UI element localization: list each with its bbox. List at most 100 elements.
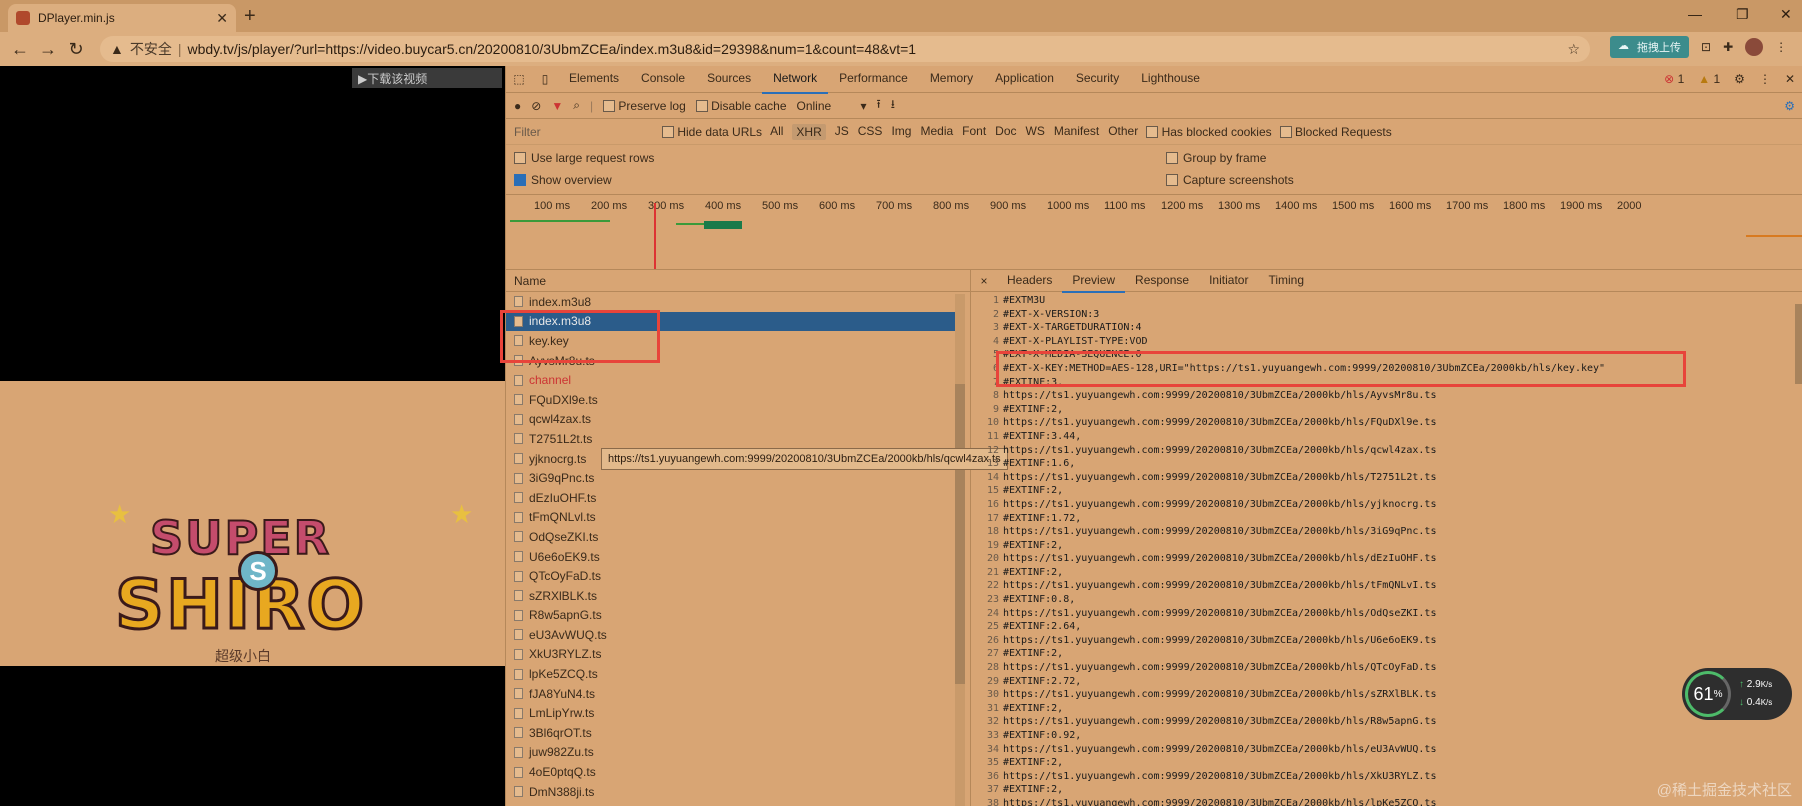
filter-input[interactable]: Filter (514, 125, 654, 139)
name-column-header[interactable]: Name (506, 270, 970, 292)
preview-tab-response[interactable]: Response (1125, 269, 1199, 293)
bookmark-star-icon[interactable]: ☆ (1567, 41, 1580, 58)
preserve-log-checkbox[interactable]: Preserve log (603, 99, 686, 113)
large-rows-checkbox[interactable]: Use large request rows (514, 151, 654, 165)
network-overview-timeline[interactable]: 100 ms 200 ms 300 ms 400 ms 500 ms 600 ms 700 … (506, 195, 1802, 270)
request-row[interactable]: juw982Zu.ts (506, 743, 970, 763)
tab-memory[interactable]: Memory (919, 65, 984, 94)
request-row[interactable]: 4oE0ptqQ.ts (506, 762, 970, 782)
request-row[interactable]: dEzIuOHF.ts (506, 488, 970, 508)
blocked-requests-checkbox[interactable]: Blocked Requests (1279, 125, 1392, 139)
request-row[interactable]: DmN388ji.ts (506, 782, 970, 802)
search-icon[interactable]: ⌕ (573, 98, 580, 113)
hide-data-urls-checkbox[interactable]: Hide data URLs (662, 125, 762, 139)
export-har-icon[interactable]: ⭳ (891, 95, 895, 116)
request-row[interactable]: qcwl4zax.ts (506, 410, 970, 430)
preview-tab-headers[interactable]: Headers (997, 269, 1062, 293)
request-row[interactable]: XkU3RYLZ.ts (506, 645, 970, 665)
network-speed-widget[interactable]: 61% ↑ 2.9K/s ↓ 0.4K/s (1682, 668, 1792, 720)
error-count[interactable]: ⊗ 1 (1664, 72, 1684, 86)
request-row[interactable]: T2751L2t.ts (506, 429, 970, 449)
filter-type-font[interactable]: Font (962, 124, 986, 140)
tab-elements[interactable]: Elements (558, 65, 630, 94)
request-row[interactable]: R8w5apnG.ts (506, 606, 970, 626)
preview-scrollbar[interactable] (1795, 296, 1802, 801)
extensions-puzzle-icon[interactable]: ✚ (1723, 40, 1733, 54)
tab-performance[interactable]: Performance (828, 65, 919, 94)
filter-type-xhr[interactable]: XHR (792, 123, 826, 140)
request-list-scrollbar[interactable] (955, 294, 965, 806)
filter-type-doc[interactable]: Doc (995, 124, 1016, 140)
request-row[interactable]: U6e6oEK9.ts (506, 547, 970, 567)
restore-icon[interactable]: ❐ (1736, 6, 1749, 23)
has-blocked-cookies-checkbox[interactable]: Has blocked cookies (1146, 125, 1272, 139)
filter-type-ws[interactable]: WS (1026, 124, 1045, 140)
warning-icon[interactable]: ▲ (110, 41, 124, 57)
browser-tab[interactable]: DPlayer.min.js ✕ (8, 4, 236, 32)
request-row[interactable]: fJA8YuN4.ts (506, 684, 970, 704)
url-text[interactable]: wbdy.tv/js/player/?url=https://video.buy… (188, 41, 917, 57)
filter-funnel-icon[interactable]: ▼ (551, 99, 563, 113)
address-bar[interactable]: ▲ 不安全 | wbdy.tv/js/player/?url=https://v… (100, 36, 1590, 62)
preview-tab-timing[interactable]: Timing (1258, 269, 1314, 293)
throttle-select[interactable]: Online ▾ (797, 99, 867, 113)
warning-count[interactable]: ▲ 1 (1698, 72, 1720, 86)
insecure-label[interactable]: 不安全 (130, 39, 172, 59)
request-row[interactable]: 3iG9qPnc.ts (506, 468, 970, 488)
window-close-icon[interactable]: ✕ (1780, 6, 1792, 23)
tab-console[interactable]: Console (630, 65, 696, 94)
scrollbar-thumb[interactable] (955, 384, 965, 684)
settings-gear-icon[interactable]: ⚙ (1734, 72, 1745, 86)
tab-sources[interactable]: Sources (696, 65, 762, 94)
cast-icon[interactable]: ⊡ (1701, 40, 1711, 54)
disable-cache-checkbox[interactable]: Disable cache (695, 99, 787, 113)
record-icon[interactable]: ● (514, 99, 521, 113)
tab-lighthouse[interactable]: Lighthouse (1130, 65, 1211, 94)
request-row[interactable]: index.m3u8 (506, 292, 970, 312)
import-har-icon[interactable]: ⭱ (877, 95, 881, 116)
preview-tab-preview[interactable]: Preview (1062, 269, 1126, 293)
filter-type-css[interactable]: CSS (858, 124, 883, 140)
tab-security[interactable]: Security (1065, 65, 1130, 94)
scrollbar-thumb[interactable] (1795, 304, 1802, 384)
menu-kebab-icon[interactable]: ⋮ (1775, 40, 1787, 54)
group-by-frame-checkbox[interactable]: Group by frame (1166, 151, 1266, 165)
request-row[interactable]: sZRXlBLK.ts (506, 586, 970, 606)
filter-type-manifest[interactable]: Manifest (1054, 124, 1099, 140)
capture-screenshots-checkbox[interactable]: Capture screenshots (1166, 173, 1294, 187)
request-row[interactable]: eU3AvWUQ.ts (506, 625, 970, 645)
download-video-button[interactable]: ▶下载该视频 (352, 68, 502, 88)
filter-type-js[interactable]: JS (835, 124, 849, 140)
new-tab-button[interactable]: + (244, 5, 256, 28)
preview-tab-initiator[interactable]: Initiator (1199, 269, 1258, 293)
reload-icon[interactable]: ↻ (62, 39, 90, 60)
clear-icon[interactable]: ⊘ (531, 99, 541, 113)
back-icon[interactable]: ← (6, 39, 34, 60)
filter-type-other[interactable]: Other (1108, 124, 1138, 140)
filter-type-media[interactable]: Media (920, 124, 953, 140)
request-row[interactable]: 3Bl6qrOT.ts (506, 723, 970, 743)
tab-application[interactable]: Application (984, 65, 1065, 94)
devtools-menu-icon[interactable]: ⋮ (1759, 72, 1771, 86)
minimize-icon[interactable]: — (1688, 6, 1702, 22)
network-settings-gear-icon[interactable]: ⚙ (1784, 99, 1795, 113)
tab-close-icon[interactable]: ✕ (216, 10, 228, 27)
close-details-icon[interactable]: × (971, 274, 997, 288)
filter-type-all[interactable]: All (770, 124, 783, 140)
request-row[interactable]: OdQseZKI.ts (506, 527, 970, 547)
tab-network[interactable]: Network (762, 65, 829, 94)
request-row[interactable]: tFmQNLvl.ts (506, 508, 970, 528)
filter-type-img[interactable]: Img (891, 124, 911, 140)
request-row[interactable]: FQuDXl9e.ts (506, 390, 970, 410)
profile-avatar[interactable] (1745, 38, 1764, 56)
show-overview-checkbox[interactable]: Show overview (514, 173, 612, 187)
forward-icon[interactable]: → (34, 39, 62, 60)
request-row[interactable]: lpKe5ZCQ.ts (506, 664, 970, 684)
cloud-upload-extension[interactable]: ☁ 拖拽上传 (1610, 36, 1689, 58)
devtools-close-icon[interactable]: ✕ (1785, 72, 1795, 86)
request-row[interactable]: LmLipYrw.ts (506, 703, 970, 723)
request-row[interactable]: QTcOyFaD.ts (506, 566, 970, 586)
video-player[interactable]: ▶下载该视频 ★ ★ SUPER SHIRO S 超级小白 (0, 66, 505, 806)
device-toolbar-icon[interactable]: ▯ (532, 72, 558, 86)
request-row[interactable]: channel (506, 370, 970, 390)
